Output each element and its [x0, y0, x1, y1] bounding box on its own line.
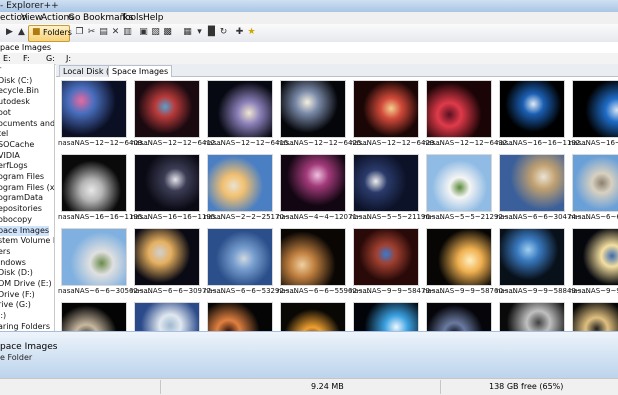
- tree-item[interactable]: r: [0, 65, 1, 75]
- tree-item[interactable]: rive (G:): [0, 300, 31, 310]
- new-folder-icon[interactable]: ▣: [138, 27, 149, 38]
- tree-item[interactable]: Drive (F:): [0, 290, 35, 300]
- thumbnail-image: [207, 154, 273, 212]
- drive-j[interactable]: J:: [66, 53, 71, 64]
- command-prompt-icon[interactable]: █: [206, 27, 217, 38]
- thumbnail-caption: nasaNAS~9~9~58...: [569, 287, 618, 295]
- thumbnail-image: [426, 228, 492, 286]
- thumbnail-image: [280, 228, 346, 286]
- up-icon[interactable]: ▲: [16, 27, 27, 38]
- tree-item[interactable]: tel: [0, 129, 8, 139]
- tab-space-images[interactable]: Space Images: [108, 65, 173, 77]
- thumbnail-image: [134, 80, 200, 138]
- thumbnail-image: [572, 302, 618, 331]
- move-to-icon[interactable]: ▩: [162, 27, 173, 38]
- toolbar: ▶ ▲ ■ Folders ❐ ✂ ▤ ✕ ▥ ▣ ▧ ▩ ▦ ▾ █ ↻ ✚ …: [0, 24, 618, 43]
- thumbnail-grid: nasaNAS~12~12~6409... nasaNAS~12~12~6412.…: [56, 77, 618, 331]
- thumbnail-image: [207, 80, 273, 138]
- thumbnail-image: [134, 302, 200, 331]
- copy-icon[interactable]: ❐: [74, 27, 85, 38]
- thumbnail-image: [61, 80, 127, 138]
- thumbnail-image: [61, 154, 127, 212]
- thumbnail-image: [134, 228, 200, 286]
- window-title: - Explorer++: [0, 1, 59, 11]
- details-pane: pace Images e Folder: [0, 331, 618, 379]
- status-divider: [440, 380, 441, 394]
- tree-item[interactable]: SOCache: [0, 140, 34, 150]
- folder-tree[interactable]: rDisk (C:)ecycle.Binutodeskootocuments a…: [0, 64, 55, 332]
- tree-item[interactable]: J:): [0, 311, 6, 321]
- tree-item[interactable]: ogramData: [0, 193, 43, 203]
- delete-icon[interactable]: ✕: [110, 27, 121, 38]
- status-size: 9.24 MB: [311, 382, 344, 391]
- thumbnail-image: [280, 302, 346, 331]
- cut-icon[interactable]: ✂: [86, 27, 97, 38]
- thumbnail-image: [61, 228, 127, 286]
- thumbnail-image: [499, 154, 565, 212]
- tree-item[interactable]: indows: [0, 258, 26, 268]
- details-name: pace Images: [0, 342, 58, 352]
- thumbnail-image: [499, 302, 565, 331]
- folders-button-label: Folders: [43, 28, 72, 37]
- thumbnail-image: [61, 302, 127, 331]
- thumbnail-image: [280, 80, 346, 138]
- thumbnail-image: [426, 154, 492, 212]
- thumbnail-image: [353, 228, 419, 286]
- tree-item[interactable]: stem Volume Info: [0, 236, 54, 246]
- folder-icon: ■: [32, 27, 41, 37]
- thumbnail-image: [572, 228, 618, 286]
- folders-button[interactable]: ■ Folders: [28, 25, 72, 42]
- tree-item[interactable]: ers: [0, 247, 10, 257]
- paste-icon[interactable]: ▤: [98, 27, 109, 38]
- thumbnail-caption: nasaNAS~16~16~1195...: [569, 139, 618, 147]
- thumbnail-image: [353, 302, 419, 331]
- tree-item[interactable]: Disk (C:): [0, 76, 32, 86]
- tree-item[interactable]: Disk (D:): [0, 268, 33, 278]
- tree-item[interactable]: ogram Files (x86): [0, 183, 54, 193]
- tree-item[interactable]: ecycle.Bin: [0, 86, 39, 96]
- tree-item[interactable]: VIDIA: [0, 151, 20, 161]
- bookmarks-star-icon[interactable]: ★: [246, 27, 257, 38]
- tree-item[interactable]: oot: [0, 108, 11, 118]
- thumbnail-image: [280, 154, 346, 212]
- thumbnail-image: [207, 302, 273, 331]
- views-dropdown-icon[interactable]: ▾: [194, 27, 205, 38]
- tree-item[interactable]: ocuments and Set: [0, 119, 54, 129]
- refresh-icon[interactable]: ↻: [218, 27, 229, 38]
- status-free-space: 138 GB free (65%): [489, 382, 564, 391]
- tree-item[interactable]: pace Images: [0, 225, 50, 236]
- tree-item[interactable]: epositories: [0, 204, 42, 214]
- views-icon[interactable]: ▦: [182, 27, 193, 38]
- drive-g[interactable]: G:: [46, 53, 55, 64]
- thumbnail-image: [353, 80, 419, 138]
- status-divider: [160, 380, 161, 394]
- tree-item[interactable]: obocopy: [0, 215, 32, 225]
- thumbnail-image: [426, 302, 492, 331]
- copy-to-icon[interactable]: ▧: [150, 27, 161, 38]
- add-bookmark-icon[interactable]: ✚: [234, 27, 245, 38]
- thumbnail-image: [207, 228, 273, 286]
- tab-bar: Local Disk (C:) Space Images: [56, 64, 618, 77]
- thumbnail-image: [134, 154, 200, 212]
- tree-item[interactable]: erfLogs: [0, 161, 27, 171]
- drive-e[interactable]: E:: [3, 53, 11, 64]
- thumbnail-image: [426, 80, 492, 138]
- thumbnail-image: [499, 80, 565, 138]
- details-kind: e Folder: [0, 353, 33, 362]
- thumbnail-caption: nasaNAS~6~6~30...: [569, 213, 618, 221]
- thumbnail-image: [572, 154, 618, 212]
- thumbnail-image: [353, 154, 419, 212]
- thumbnail-image: [499, 228, 565, 286]
- properties-icon[interactable]: ▥: [122, 27, 133, 38]
- status-bar: 9.24 MB 138 GB free (65%): [0, 378, 618, 395]
- thumbnail-image: [572, 80, 618, 138]
- forward-icon[interactable]: ▶: [4, 27, 15, 38]
- menu-bar: ection View Actions Go Bookmarks Tools H…: [0, 12, 618, 24]
- drive-f[interactable]: F:: [23, 53, 30, 64]
- tree-item[interactable]: OM Drive (E:): [0, 279, 52, 289]
- tree-item[interactable]: ogram Files: [0, 172, 44, 182]
- tree-item[interactable]: utodesk: [0, 97, 30, 107]
- address-path: pace Images: [0, 43, 52, 52]
